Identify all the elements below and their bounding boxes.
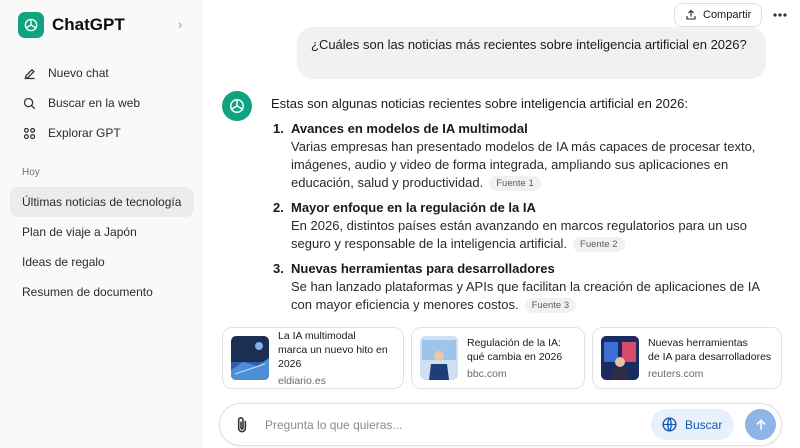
paperclip-icon xyxy=(237,417,247,433)
brand[interactable]: ChatGPT xyxy=(18,12,125,38)
history-item[interactable]: Plan de viaje a Japón xyxy=(10,217,194,247)
source-thumbnail xyxy=(420,336,458,380)
globe-icon xyxy=(662,417,677,432)
news-item: 2. Mayor enfoque en la regulación de la … xyxy=(271,199,761,253)
assistant-intro: Estas son algunas noticias recientes sob… xyxy=(271,96,688,111)
source-cards: La IA multimodal marca un nuevo hito en … xyxy=(222,327,782,389)
news-item-title: Mayor enfoque en la regulación de la IA xyxy=(291,200,536,215)
chevron-right-icon[interactable]: › xyxy=(178,17,182,32)
sidebar-item-explore-gpt[interactable]: Explorar GPT xyxy=(10,118,194,148)
search-toggle-button[interactable]: Buscar xyxy=(651,409,734,440)
source-card-domain: bbc.com xyxy=(467,367,507,380)
more-options-button[interactable] xyxy=(770,5,790,25)
attach-button[interactable] xyxy=(232,415,252,435)
source-card-title: Regulación de la IA: xyxy=(467,336,561,349)
share-button[interactable]: Compartir xyxy=(674,3,763,27)
source-card[interactable]: Regulación de la IA: qué cambia en 2026 … xyxy=(411,327,585,389)
news-item-title: Avances en modelos de IA multimodal xyxy=(291,121,528,136)
history-section-label: Hoy xyxy=(22,167,40,178)
source-card[interactable]: Nuevas herramientas de IA para desarroll… xyxy=(592,327,782,389)
arrow-up-icon xyxy=(755,418,766,430)
chat-history: Últimas noticias de tecnología Plan de v… xyxy=(10,187,194,307)
news-item-number: 3. xyxy=(273,261,284,276)
share-button-label: Compartir xyxy=(703,9,752,21)
news-list: 1. Avances en modelos de IA multimodal V… xyxy=(271,120,761,314)
grid-icon xyxy=(23,127,36,139)
news-item-number: 2. xyxy=(273,200,284,215)
source-card-title: de IA para desarrolladores xyxy=(648,350,772,363)
history-item[interactable]: Ideas de regalo xyxy=(10,247,194,277)
send-button[interactable] xyxy=(745,409,776,440)
edit-icon xyxy=(24,68,35,79)
assistant-avatar xyxy=(222,91,252,121)
source-card-domain: reuters.com xyxy=(648,367,704,380)
history-item[interactable]: Resumen de documento xyxy=(10,277,194,307)
source-card-title: qué cambia en 2026 xyxy=(467,350,563,363)
sidebar-item-label: Buscar en la web xyxy=(48,96,141,110)
sidebar-nav: Nuevo chat Buscar en la web Explorar GPT xyxy=(10,58,194,148)
source-card-title: Nuevas herramientas xyxy=(648,336,748,349)
share-icon xyxy=(686,9,696,20)
source-card-domain: eldiario.es xyxy=(278,374,326,387)
source-chip[interactable]: Fuente 1 xyxy=(489,176,541,191)
chatgpt-logo-icon xyxy=(18,12,44,38)
source-chip[interactable]: Fuente 2 xyxy=(573,237,625,252)
sidebar: ChatGPT › Nuevo chat Buscar en la web Ex… xyxy=(0,0,202,448)
sidebar-item-label: Explorar GPT xyxy=(48,126,121,140)
source-card-title: marca un nuevo hito en 2026 xyxy=(278,343,388,370)
brand-name: ChatGPT xyxy=(52,15,125,34)
chatgpt-logo-icon xyxy=(230,99,244,113)
composer: Buscar xyxy=(219,403,782,446)
news-item: 3. Nuevas herramientas para desarrollado… xyxy=(271,260,761,314)
source-thumbnail xyxy=(601,336,639,380)
source-thumbnail xyxy=(231,336,269,380)
sidebar-item-new-chat[interactable]: Nuevo chat xyxy=(10,58,194,88)
source-chip[interactable]: Fuente 3 xyxy=(524,298,577,313)
news-item-title: Nuevas herramientas para desarrolladores xyxy=(291,261,555,276)
assistant-message: Estas son algunas noticias recientes sob… xyxy=(271,95,761,321)
news-item-number: 1. xyxy=(273,121,284,136)
source-card-title: La IA multimodal xyxy=(278,329,356,342)
search-toggle-label: Buscar xyxy=(685,417,723,432)
sidebar-item-label: Nuevo chat xyxy=(48,66,109,80)
search-icon xyxy=(23,97,36,109)
news-item: 1. Avances en modelos de IA multimodal V… xyxy=(271,120,761,192)
source-card[interactable]: La IA multimodal marca un nuevo hito en … xyxy=(222,327,404,389)
user-message: ¿Cuáles son las noticias más recientes s… xyxy=(297,27,766,79)
prompt-input[interactable] xyxy=(265,416,625,434)
news-item-description: En 2026, distintos países están avanzand… xyxy=(291,218,748,251)
more-dots-icon xyxy=(773,13,787,17)
history-item[interactable]: Últimas noticias de tecnología xyxy=(10,187,194,217)
sidebar-item-web-search[interactable]: Buscar en la web xyxy=(10,88,194,118)
